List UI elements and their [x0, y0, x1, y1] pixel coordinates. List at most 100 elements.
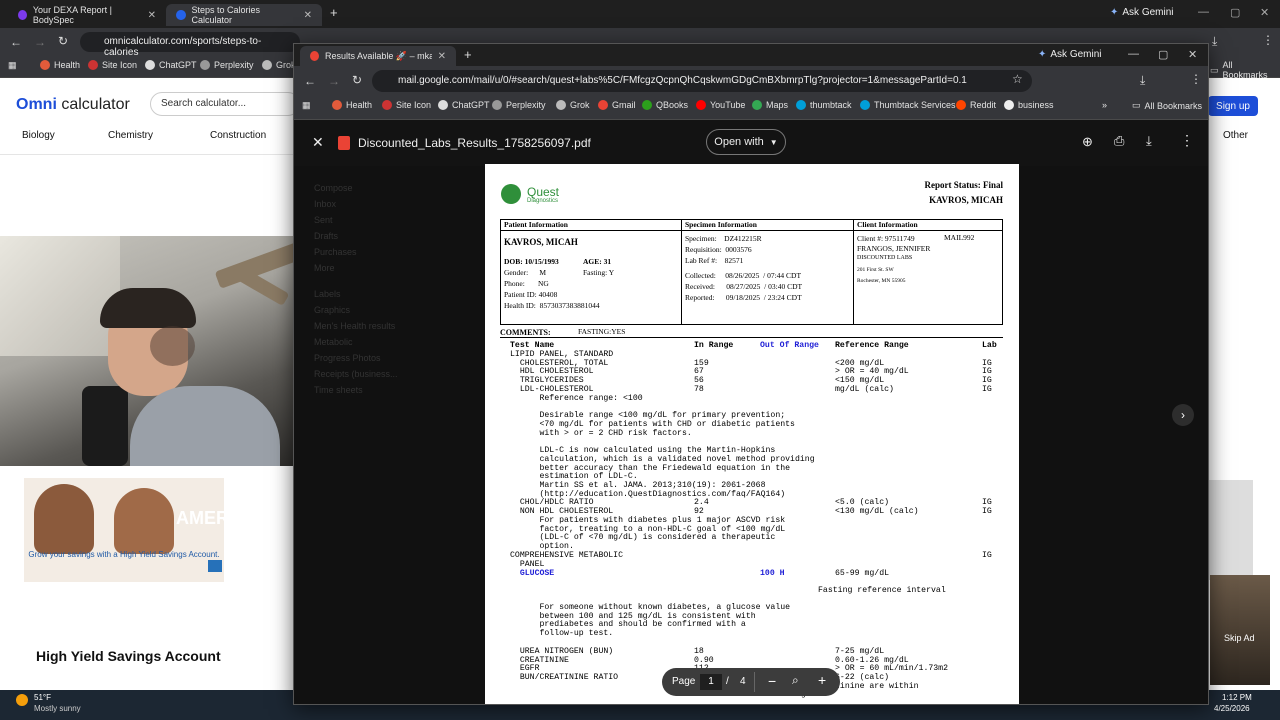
ad-banner[interactable]: AMER Grow your savings with a High Yield…: [24, 478, 224, 582]
label-progress-photos[interactable]: Progress Photos: [314, 350, 398, 366]
bookmark-thumbtack[interactable]: thumbtack: [796, 100, 852, 110]
non-hdl-note: For patients with diabetes plus 1 major …: [539, 516, 786, 552]
open-with-button[interactable]: Open with ▼: [706, 129, 786, 155]
bookmark-grok[interactable]: Grok: [556, 100, 590, 110]
label-graphics[interactable]: Graphics: [314, 302, 398, 318]
more-bookmarks-icon[interactable]: »: [1102, 100, 1107, 110]
bookmark-perplexity[interactable]: Perplexity: [492, 100, 546, 110]
bookmark-site-icon[interactable]: Site Icon: [88, 60, 137, 70]
download-icon[interactable]: ⤓: [1212, 34, 1217, 49]
video-ad[interactable]: Skip Ad: [1210, 575, 1270, 685]
next-chevron-icon[interactable]: ›: [1172, 404, 1194, 426]
open-with-label: Open with: [714, 136, 764, 148]
sign-up-button[interactable]: Sign up: [1208, 96, 1258, 116]
specimen-id: Specimen: DZ412215R: [685, 234, 762, 243]
tab-dexa-report[interactable]: Your DEXA Report | BodySpec ✕: [8, 4, 166, 26]
bookmark-business[interactable]: business: [1004, 100, 1054, 110]
ad-photo: [34, 484, 94, 554]
bookmark-chatgpt[interactable]: ChatGPT: [438, 100, 490, 110]
apps-grid-icon[interactable]: ▦: [8, 60, 17, 71]
close-window-icon[interactable]: ✕: [1260, 6, 1269, 19]
result-test-name: NON HDL CHOLESTEROL: [510, 506, 614, 516]
ask-gemini-button[interactable]: ✦ Ask Gemini: [1110, 7, 1174, 18]
close-window-icon[interactable]: ✕: [1188, 48, 1197, 61]
calculator-search-input[interactable]: Search calculator...: [150, 92, 300, 116]
all-bookmarks[interactable]: ▭ All Bookmarks: [1132, 100, 1202, 111]
maximize-icon[interactable]: ▢: [1230, 6, 1240, 19]
print-icon[interactable]: ⎙: [1114, 133, 1124, 149]
forward-arrow-icon[interactable]: →: [328, 74, 340, 88]
label-mens-health[interactable]: Men's Health results: [314, 318, 398, 334]
bookmark-site-icon[interactable]: Site Icon: [382, 100, 431, 110]
maximize-icon[interactable]: ▢: [1158, 48, 1168, 61]
all-bookmarks[interactable]: ▭ All Bookmarks: [1210, 60, 1280, 80]
close-tab-icon[interactable]: ✕: [304, 10, 312, 21]
bookmark-health[interactable]: Health: [40, 60, 80, 70]
minimize-icon[interactable]: —: [1198, 6, 1209, 18]
close-tab-icon[interactable]: ✕: [438, 51, 446, 62]
download-icon[interactable]: ⤓: [1140, 73, 1145, 88]
patient-name: KAVROS, MICAH: [504, 237, 578, 247]
url-field[interactable]: mail.google.com/mail/u/0/#search/quest+l…: [372, 70, 1032, 92]
minimize-icon[interactable]: —: [1128, 48, 1139, 60]
apps-grid-icon[interactable]: ▦: [302, 100, 311, 111]
zoom-in-icon[interactable]: +: [818, 672, 826, 688]
star-icon[interactable]: ☆: [1012, 72, 1023, 86]
close-viewer-icon[interactable]: ✕: [312, 134, 324, 151]
nav-chemistry[interactable]: Chemistry: [108, 130, 153, 141]
reload-icon[interactable]: ↻: [58, 34, 68, 48]
tab-results-available[interactable]: Results Available 🚀 – mkartsu... ✕: [300, 46, 456, 66]
zoom-fit-icon[interactable]: ⌕: [792, 673, 799, 688]
label-receipts[interactable]: Receipts (business...: [314, 366, 398, 382]
forward-arrow-icon[interactable]: →: [34, 35, 46, 49]
bookmark-gmail[interactable]: Gmail: [598, 100, 636, 110]
page-number-input[interactable]: 1: [700, 674, 722, 690]
sidebar-item-more[interactable]: More: [314, 260, 398, 276]
pdf-filename: Discounted_Labs_Results_1758256097.pdf: [358, 136, 591, 150]
bookmark-health[interactable]: Health: [332, 100, 372, 110]
download-icon[interactable]: ⤓: [1146, 133, 1152, 149]
more-options-icon[interactable]: ⋮: [1180, 132, 1194, 149]
bookmark-reddit[interactable]: Reddit: [956, 100, 996, 110]
sidebar-item-inbox[interactable]: Inbox: [314, 196, 398, 212]
tab-steps-to-calories[interactable]: Steps to Calories Calculator ✕: [166, 4, 322, 26]
compose-button[interactable]: Compose: [314, 180, 398, 196]
sidebar-item-purchases[interactable]: Purchases: [314, 244, 398, 260]
ad-text: Grow your savings with a High Yield Savi…: [28, 550, 220, 559]
weather-icon[interactable]: [16, 694, 28, 706]
back-arrow-icon[interactable]: ←: [304, 74, 316, 88]
label-metabolic[interactable]: Metabolic: [314, 334, 398, 350]
bookmark-qbooks[interactable]: QBooks: [642, 100, 688, 110]
bookmark-perplexity[interactable]: Perplexity: [200, 60, 254, 70]
omni-logo[interactable]: Omni calculator: [16, 96, 130, 114]
info-box: Patient Information Specimen Information…: [500, 219, 1003, 325]
nav-construction[interactable]: Construction: [210, 130, 266, 141]
label-time-sheets[interactable]: Time sheets: [314, 382, 398, 398]
new-tab-icon[interactable]: +: [464, 47, 472, 62]
skip-ad-button[interactable]: Skip Ad: [1224, 633, 1255, 643]
bookmark-grok[interactable]: Grok: [262, 60, 296, 70]
url-field[interactable]: omnicalculator.com/sports/steps-to-calor…: [80, 32, 300, 58]
sidebar-item-drafts[interactable]: Drafts: [314, 228, 398, 244]
nav-biology[interactable]: Biology: [22, 130, 55, 141]
lab-ref: Lab Ref #: 82571: [685, 256, 744, 265]
menu-kebab-icon[interactable]: ⋮: [1190, 72, 1202, 86]
menu-kebab-icon[interactable]: ⋮: [1262, 33, 1274, 47]
nav-other[interactable]: Other: [1223, 130, 1248, 141]
ad-heading-box[interactable]: High Yield Savings Account: [24, 630, 224, 678]
bookmark-maps[interactable]: Maps: [752, 100, 788, 110]
back-arrow-icon[interactable]: ←: [10, 35, 22, 49]
ask-gemini-button[interactable]: ✦ Ask Gemini: [1038, 49, 1102, 60]
bookmark-thumbtack-services[interactable]: Thumbtack Services: [860, 100, 956, 110]
close-tab-icon[interactable]: ✕: [148, 10, 156, 21]
bookmark-youtube[interactable]: YouTube: [696, 100, 745, 110]
add-to-drive-icon[interactable]: ⊕: [1082, 134, 1093, 150]
sidebar-item-sent[interactable]: Sent: [314, 212, 398, 228]
bookmark-label: business: [1018, 100, 1054, 110]
reload-icon[interactable]: ↻: [352, 73, 362, 87]
patient-fasting: Fasting: Y: [583, 268, 615, 277]
chatgpt-favicon-icon: [438, 100, 448, 110]
bookmark-chatgpt[interactable]: ChatGPT: [145, 60, 197, 70]
zoom-out-icon[interactable]: −: [768, 673, 776, 689]
new-tab-icon[interactable]: +: [330, 5, 338, 20]
